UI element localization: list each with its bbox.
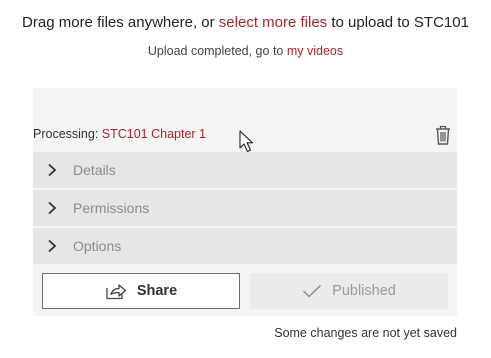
published-button[interactable]: Published [250,273,448,309]
select-more-files-link[interactable]: select more files [219,14,327,31]
published-label: Published [332,283,396,299]
processing-status: Processing: STC101 Chapter 1 [33,127,206,141]
share-button[interactable]: Share [42,273,240,309]
options-label: Options [73,238,122,254]
upload-instructions-suffix: to upload to STC101 [327,14,469,31]
upload-instructions: Drag more files anywhere, or select more… [0,14,491,31]
upload-item-card: Processing: STC101 Chapter 1 Details Per… [33,88,457,316]
chevron-right-icon [48,163,57,177]
trash-icon [436,125,450,145]
options-section-toggle[interactable]: Options [33,228,457,264]
share-label: Share [136,283,178,299]
share-button-content: Share [43,274,239,308]
chevron-right-icon [48,239,57,253]
unsaved-changes-note: Some changes are not yet saved [274,326,457,340]
upload-status-text: Upload completed, go to [147,44,287,58]
delete-button[interactable] [433,124,453,146]
details-label: Details [73,162,116,178]
upload-instructions-prefix: Drag more files anywhere, or [22,14,219,31]
processing-label: Processing: [33,127,102,141]
permissions-label: Permissions [73,200,150,216]
my-videos-link[interactable]: my videos [287,44,343,58]
video-name: STC101 Chapter 1 [101,127,207,141]
mouse-pointer-icon [239,130,254,153]
details-section-toggle[interactable]: Details [33,152,457,188]
chevron-right-icon [48,201,57,215]
share-icon [106,284,126,300]
checkmark-icon [303,284,322,298]
permissions-section-toggle[interactable]: Permissions [33,190,457,226]
upload-status: Upload completed, go to my videos [0,44,491,58]
